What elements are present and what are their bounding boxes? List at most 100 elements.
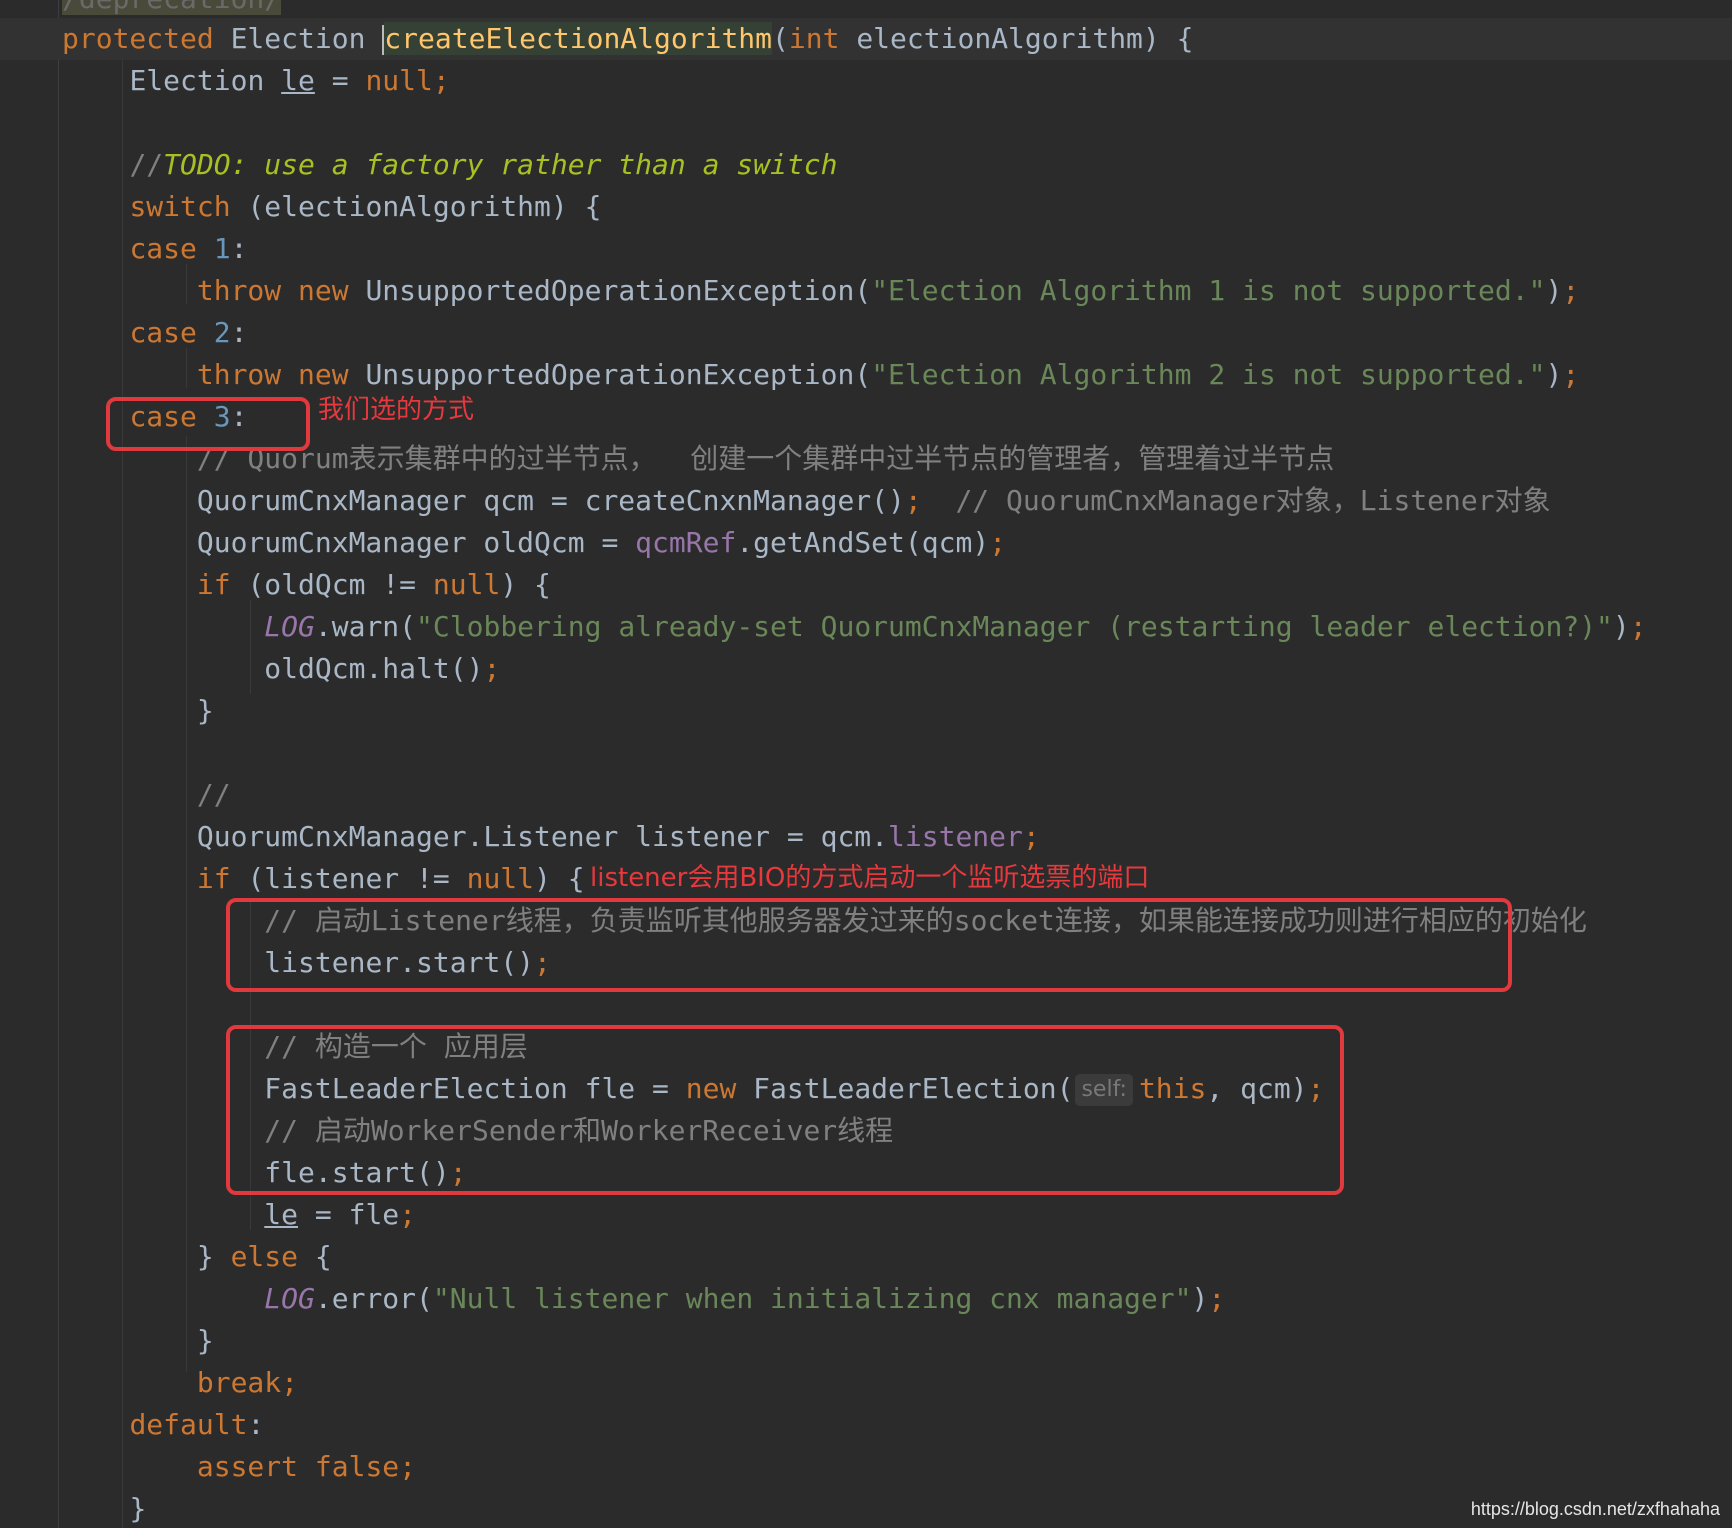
field-qcmref[interactable]: qcmRef [635, 526, 736, 559]
comment: // [196, 778, 231, 811]
exception-class: UnsupportedOperationException( [365, 358, 872, 391]
code-line-todo[interactable]: //TODO: use a factory rather than a swit… [62, 144, 837, 186]
annotation-line: /deprecation/ [62, 0, 282, 20]
keyword-null: null [432, 568, 501, 601]
comment: // Quorum表示集群中的过半节点， 创建一个集群中过半节点的管理者，管理着… [196, 442, 1335, 475]
exception-class: UnsupportedOperationException( [365, 274, 872, 307]
keyword-throw: throw [196, 358, 282, 391]
return-type: Election [230, 22, 366, 55]
brace: ) { [534, 862, 585, 895]
string-literal: "Election Algorithm 1 is not supported." [871, 274, 1546, 307]
keyword-if: if [196, 568, 231, 601]
code-line-decl[interactable]: Election le = null; [62, 60, 450, 102]
code-line-log-error[interactable]: LOG.error("Null listener when initializi… [62, 1278, 1225, 1320]
brace: } [196, 1240, 231, 1273]
code-line-log-warn[interactable]: LOG.warn("Clobbering already-set QuorumC… [62, 606, 1646, 648]
code-line-if-oldqcm[interactable]: if (oldQcm != null) { [62, 564, 551, 606]
watermark: https://blog.csdn.net/zxfhahaha [1470, 1499, 1720, 1519]
brace: } [196, 1324, 214, 1357]
close-paren: ) [1545, 358, 1563, 391]
statement: QuorumCnxManager qcm = createCnxnManager… [196, 484, 905, 517]
semicolon: ; [1562, 358, 1580, 391]
code-line-case2[interactable]: case 2: [62, 312, 247, 354]
note-case3: 我们选的方式 [318, 395, 475, 425]
keyword-break: break [196, 1366, 282, 1399]
brace: } [196, 694, 214, 727]
code-line-assign[interactable]: le = fle; [62, 1194, 416, 1236]
operator: = [331, 64, 349, 97]
code-line-else[interactable]: } else { [62, 1236, 332, 1278]
log-field[interactable]: LOG [264, 610, 315, 643]
colon: : [247, 1408, 265, 1441]
code-line-break[interactable]: break; [62, 1362, 298, 1404]
code-line-throw1[interactable]: throw new UnsupportedOperationException(… [62, 270, 1579, 312]
semicolon: ; [1208, 1282, 1226, 1315]
keyword-switch: switch [129, 190, 231, 223]
semicolon: ; [399, 1450, 417, 1483]
keyword-protected: protected [62, 22, 214, 55]
condition: (oldQcm != [247, 568, 433, 601]
highlight-box-fle [226, 1025, 1344, 1195]
semicolon: ; [399, 1198, 417, 1231]
keyword-else: else [230, 1240, 299, 1273]
keyword-new: new [298, 274, 349, 307]
var-le[interactable]: le [264, 1198, 298, 1231]
code-line-default[interactable]: default: [62, 1404, 264, 1446]
method-name[interactable]: createElectionAlgorithm [384, 22, 773, 55]
code-line-throw2[interactable]: throw new UnsupportedOperationException(… [62, 354, 1579, 396]
code-editor[interactable]: /deprecation/ protected Election createE… [0, 0, 1732, 1528]
code-line-close-brace[interactable]: } [62, 690, 214, 732]
code-line-listener-decl[interactable]: QuorumCnxManager.Listener listener = qcm… [62, 816, 1040, 858]
statement: oldQcm.halt() [264, 652, 484, 685]
var-le[interactable]: le [281, 64, 315, 97]
code-line-case1[interactable]: case 1: [62, 228, 247, 270]
brace: { [298, 1240, 332, 1273]
param-rest: electionAlgorithm) { [856, 22, 1194, 55]
string-literal: "Clobbering already-set QuorumCnxManager… [416, 610, 1613, 643]
code-line-empty-comment[interactable]: // [62, 774, 231, 816]
keyword-new: new [298, 358, 349, 391]
highlight-box-case3 [106, 397, 310, 451]
keyword-throw: throw [196, 274, 282, 307]
editor-gutter[interactable] [0, 0, 59, 1528]
semicolon: ; [1562, 274, 1580, 307]
code-line-qcm[interactable]: QuorumCnxManager qcm = createCnxnManager… [62, 480, 1551, 522]
semicolon: ; [432, 64, 450, 97]
code-line-close-brace[interactable]: } [62, 1488, 146, 1528]
brace: ) { [500, 568, 551, 601]
close-paren: ) [1191, 1282, 1209, 1315]
colon: : [230, 232, 248, 265]
number: 2 [213, 316, 231, 349]
close-paren: ) [1612, 610, 1630, 643]
number: 1 [213, 232, 231, 265]
code-line-assert[interactable]: assert false; [62, 1446, 416, 1488]
keyword-case: case [129, 316, 197, 349]
keyword-assert: assert [196, 1450, 299, 1483]
field-listener[interactable]: listener [888, 820, 1023, 853]
statement: QuorumCnxManager oldQcm = [196, 526, 636, 559]
code-line-oldqcm[interactable]: QuorumCnxManager oldQcm = qcmRef.getAndS… [62, 522, 1006, 564]
keyword-default: default [129, 1408, 248, 1441]
code-line-halt[interactable]: oldQcm.halt(); [62, 648, 500, 690]
semicolon: ; [989, 526, 1007, 559]
code-line-close-brace[interactable]: } [62, 1320, 214, 1362]
semicolon: ; [904, 484, 922, 517]
colon: : [230, 316, 248, 349]
code-line-switch[interactable]: switch (electionAlgorithm) { [62, 186, 601, 228]
statement: QuorumCnxManager.Listener listener = qcm… [196, 820, 889, 853]
close-paren: ) [1545, 274, 1563, 307]
method-call: .warn( [314, 610, 417, 643]
note-listener: listener会用BIO的方式启动一个监听选票的端口 [590, 863, 1150, 893]
keyword-null: null [466, 862, 535, 895]
method-call: .error( [314, 1282, 433, 1315]
keyword-false: false [314, 1450, 400, 1483]
highlight-box-listener-start [226, 898, 1512, 992]
comment: // QuorumCnxManager对象，Listener对象 [921, 484, 1551, 517]
code-line-if-listener[interactable]: if (listener != null) { [62, 858, 585, 900]
semicolon: ; [483, 652, 501, 685]
code-line-signature[interactable]: protected Election createElectionAlgorit… [62, 18, 1193, 60]
keyword-case: case [129, 232, 197, 265]
semicolon: ; [1022, 820, 1040, 853]
log-field[interactable]: LOG [264, 1282, 315, 1315]
string-literal: "Null listener when initializing cnx man… [432, 1282, 1192, 1315]
